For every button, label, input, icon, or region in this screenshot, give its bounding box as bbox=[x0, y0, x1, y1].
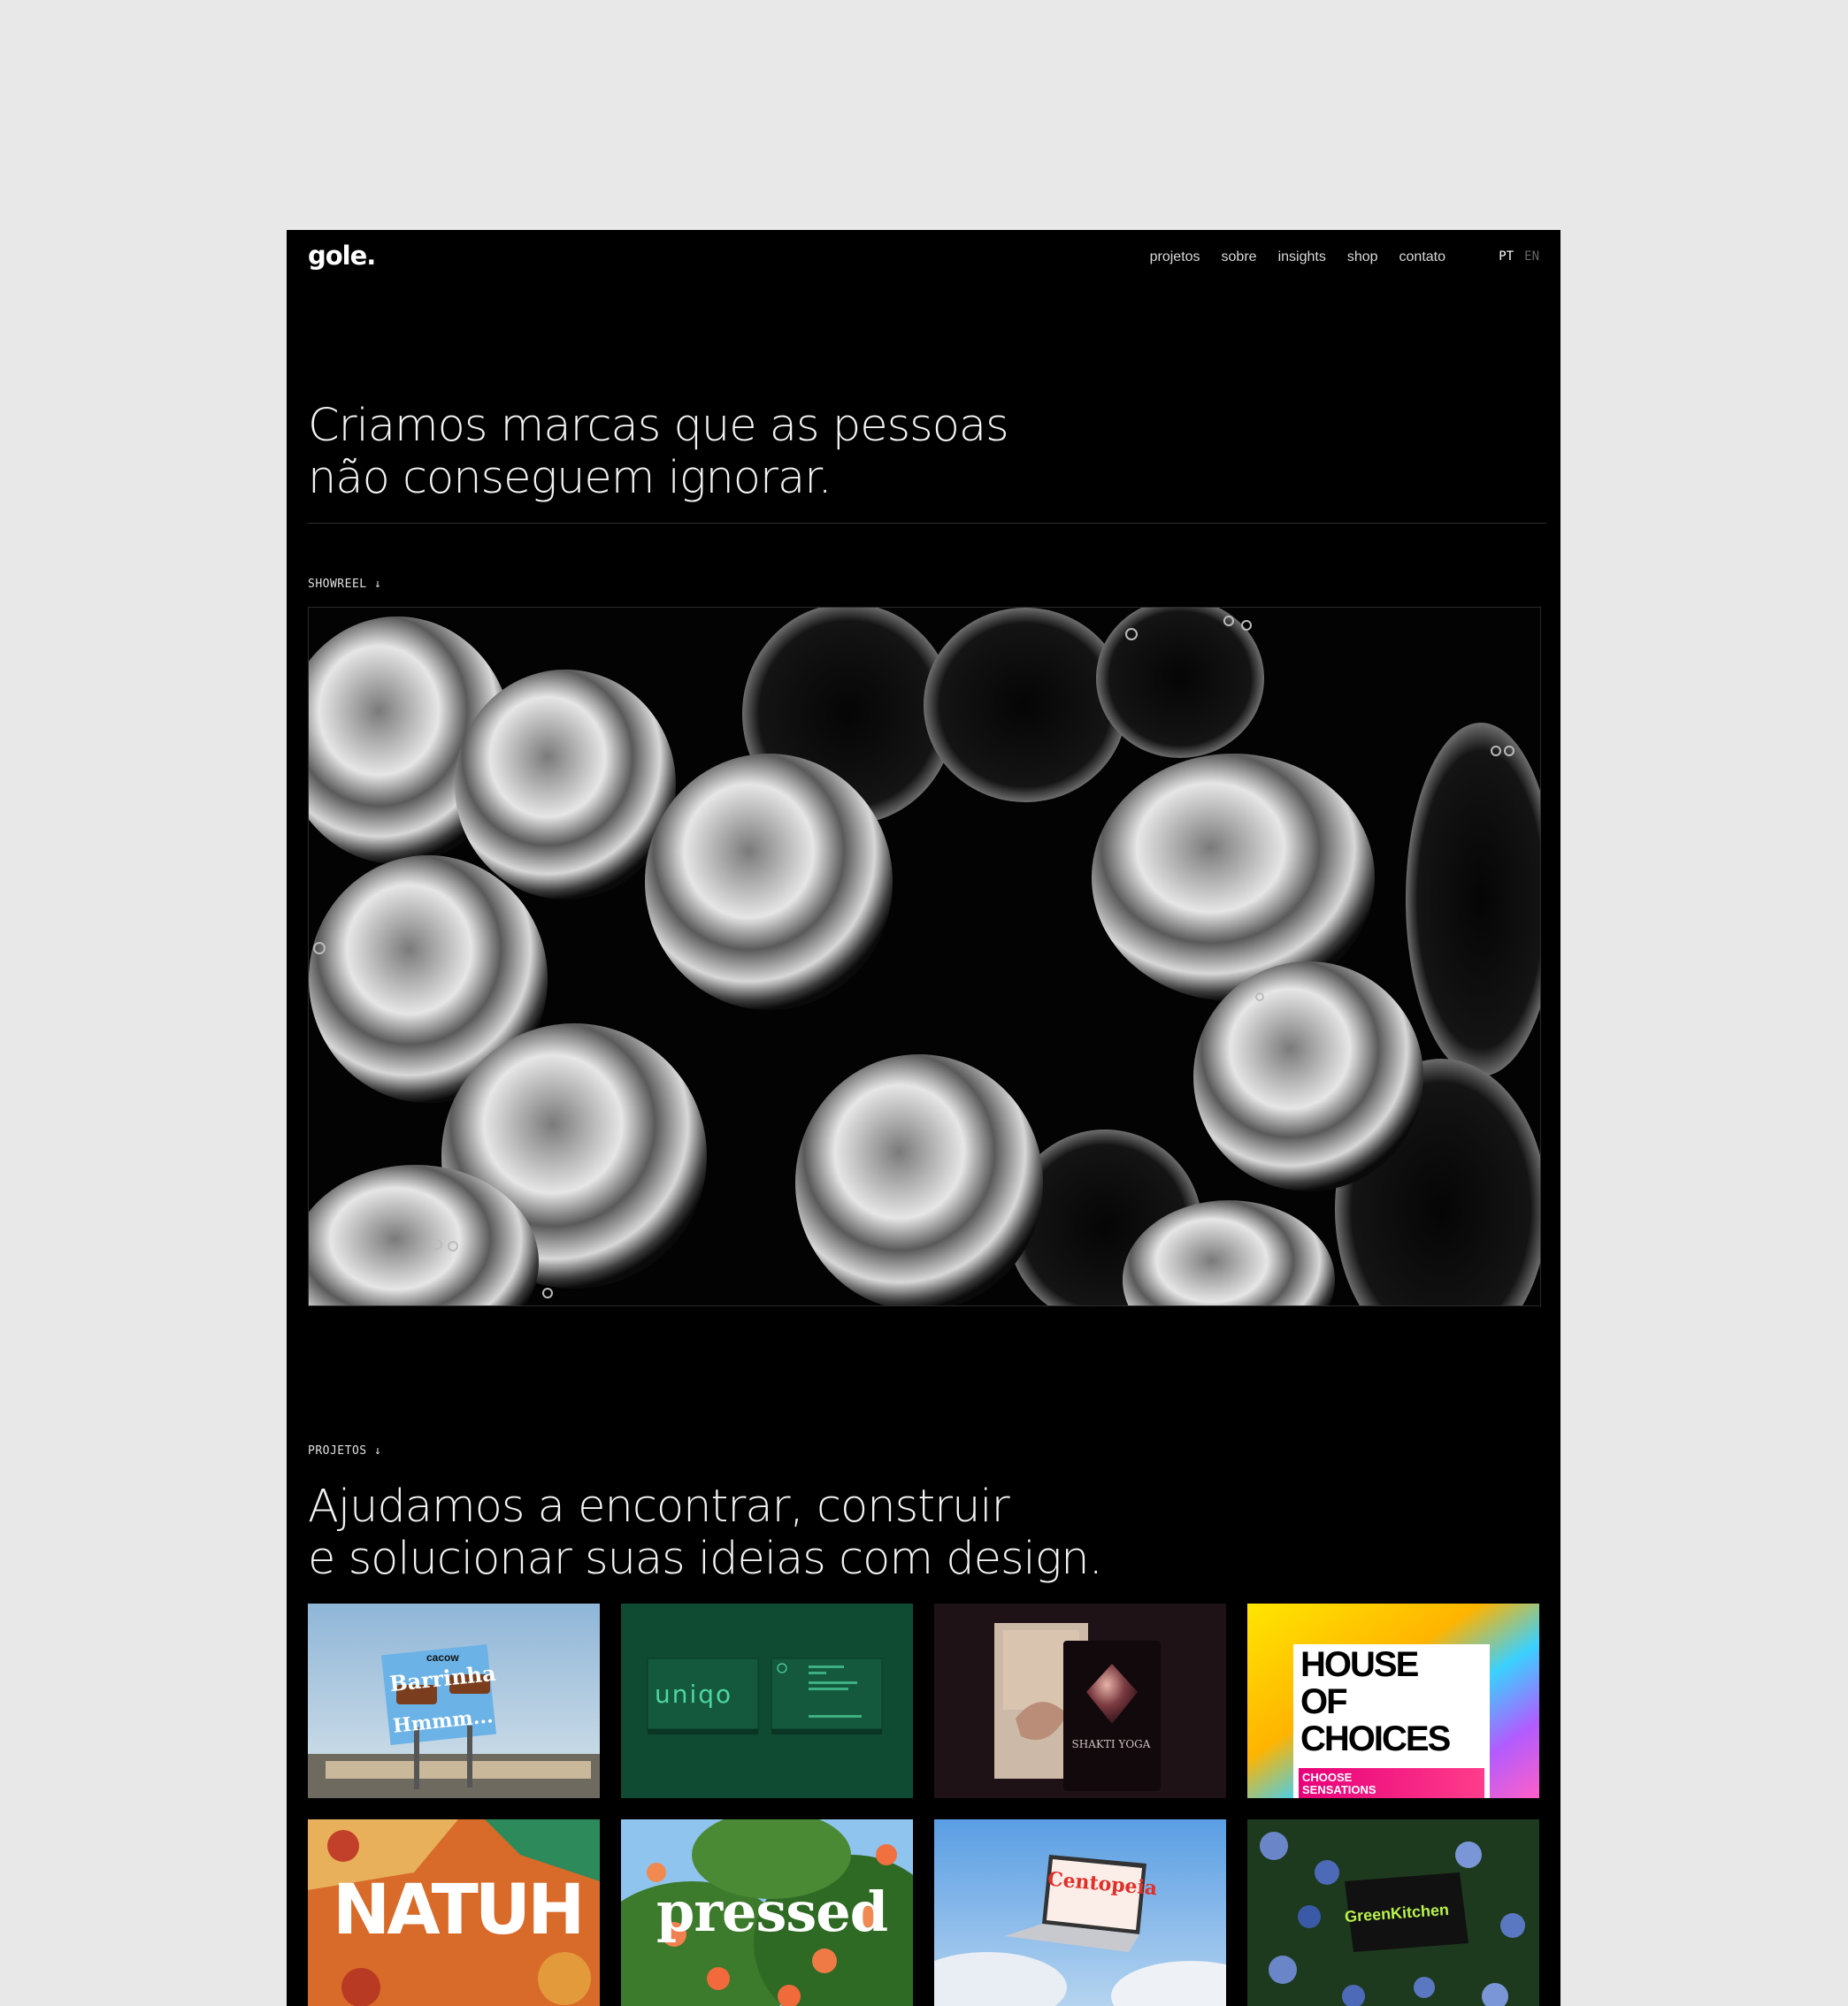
project-card-house-of-choices[interactable]: HOUSE OF CHOICES CHOOSE SENSATIONS bbox=[1247, 1604, 1539, 1798]
project-card-greenkitchen[interactable]: GreenKitchen bbox=[1247, 1819, 1539, 2006]
logo[interactable]: gole. bbox=[308, 241, 376, 271]
main-nav: projetos sobre insights shop contato bbox=[1150, 249, 1445, 265]
hoc-line1: HOUSE bbox=[1300, 1645, 1419, 1684]
project-card-pressed[interactable]: pressed bbox=[621, 1819, 913, 2006]
natuh-logo: NATUH bbox=[333, 1871, 585, 1950]
cacow-brand: cacow bbox=[426, 1651, 459, 1664]
project-card-cacow[interactable]: cacow Barrinha Hmmm... bbox=[308, 1604, 600, 1798]
nav-contato[interactable]: contato bbox=[1399, 249, 1445, 265]
showreel-video[interactable] bbox=[308, 607, 1541, 1306]
projects-label[interactable]: PROJETOS ↓ bbox=[308, 1444, 381, 1458]
project-card-centopeia[interactable]: Centopeia bbox=[934, 1819, 1226, 2006]
shakti-image bbox=[934, 1604, 1226, 1798]
showreel-image bbox=[309, 608, 1540, 1305]
nav-sobre[interactable]: sobre bbox=[1222, 249, 1257, 265]
divider bbox=[308, 523, 1546, 524]
showreel-label[interactable]: SHOWREEL ↓ bbox=[308, 578, 381, 591]
project-card-natuh[interactable]: NATUH bbox=[308, 1819, 600, 2006]
hoc-image bbox=[1247, 1604, 1539, 1798]
shakti-title: SHAKTI YOGA bbox=[1071, 1738, 1151, 1750]
project-card-uniqo[interactable]: uniqo bbox=[621, 1604, 913, 1798]
project-card-shakti[interactable]: SHAKTI YOGA bbox=[934, 1604, 1226, 1798]
cacow-image bbox=[308, 1604, 600, 1798]
centopeia-image bbox=[934, 1819, 1226, 2006]
site-frame: gole. projetos sobre insights shop conta… bbox=[287, 230, 1560, 2006]
hoc-line3: CHOICES bbox=[1300, 1719, 1451, 1758]
projects-title: Ajudamos a encontrar, construir e soluci… bbox=[308, 1481, 1103, 1585]
hoc-line2: OF bbox=[1300, 1682, 1348, 1721]
hero-title: Criamos marcas que as pessoas não conseg… bbox=[308, 400, 1009, 504]
nav-shop[interactable]: shop bbox=[1347, 249, 1378, 265]
lang-en[interactable]: EN bbox=[1524, 249, 1539, 264]
pressed-logo: pressed bbox=[656, 1880, 888, 1944]
nav-projetos[interactable]: projetos bbox=[1150, 249, 1200, 265]
hoc-tag: CHOOSE SENSATIONS bbox=[1302, 1771, 1376, 1796]
language-switcher: PT EN bbox=[1499, 249, 1539, 264]
nav-insights[interactable]: insights bbox=[1278, 249, 1326, 265]
uniqo-logo: uniqo bbox=[655, 1680, 733, 1709]
lang-pt[interactable]: PT bbox=[1499, 249, 1514, 264]
projects-grid: cacow Barrinha Hmmm... uniqo SHAKTI YOGA… bbox=[308, 1604, 1539, 2006]
